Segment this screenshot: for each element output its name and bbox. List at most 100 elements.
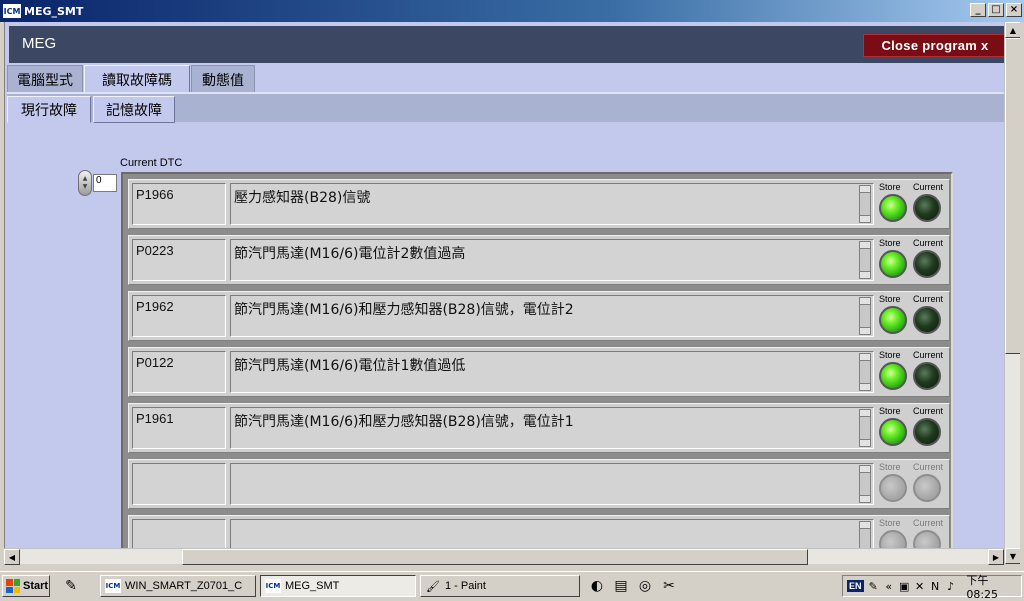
scroll-right-icon[interactable]: ▶ — [988, 549, 1004, 565]
current-label: Current — [913, 406, 944, 416]
current-indicator-led — [913, 306, 941, 334]
windows-logo-icon — [6, 579, 20, 593]
window-title-bar[interactable]: ICM MEG_SMT _ □ × — [0, 0, 1024, 22]
start-button[interactable]: Start — [2, 575, 50, 597]
close-program-button[interactable]: Close program x — [863, 34, 1007, 57]
taskbar-button-paint[interactable]: 🖌 1 - Paint — [420, 575, 580, 597]
dtc-index-control: ▲ ▼ 0 — [78, 170, 117, 196]
description-scroll[interactable] — [859, 185, 871, 223]
dtc-row: P0122 節汽門馬達(M16/6)電位計1數值過低 Store Current — [128, 347, 950, 397]
store-indicator-led — [879, 194, 907, 222]
dtc-description — [230, 463, 874, 505]
taskbar-button-label: MEG_SMT — [285, 580, 340, 592]
store-indicator-led — [879, 250, 907, 278]
start-label: Start — [23, 580, 49, 592]
store-label: Store — [879, 294, 901, 304]
browser-icon[interactable]: ◐ — [588, 577, 606, 595]
description-scroll[interactable] — [859, 409, 871, 447]
current-indicator-led — [913, 418, 941, 446]
close-window-button[interactable]: × — [1006, 3, 1022, 17]
tab-live-values[interactable]: 動態值 — [191, 65, 255, 93]
tools-icon[interactable]: ✂ — [660, 577, 678, 595]
tab-read-dtc[interactable]: 讀取故障碼 — [84, 65, 190, 93]
taskbar-button-win-smart[interactable]: ICM WIN_SMART_Z0701_C — [100, 575, 256, 597]
current-label: Current — [913, 350, 944, 360]
store-label: Store — [879, 350, 901, 360]
taskbar-button-meg-smt[interactable]: ICM MEG_SMT — [260, 575, 416, 597]
security-icon[interactable]: ✕ — [914, 580, 925, 593]
dtc-description: 壓力感知器(B28)信號 — [230, 183, 874, 225]
folder-icon[interactable]: ▤ — [612, 577, 630, 595]
dtc-row: P1966 壓力感知器(B28)信號 Store Current — [128, 179, 950, 229]
icm-app-icon: ICM — [265, 579, 281, 593]
store-label: Store — [879, 462, 901, 472]
current-indicator-led — [913, 362, 941, 390]
dtc-row: P0223 節汽門馬達(M16/6)電位計2數值過高 Store Current — [128, 235, 950, 285]
expand-tray-icon[interactable]: « — [883, 580, 894, 593]
show-desktop-icon[interactable]: ✎ — [62, 577, 80, 595]
store-indicator-led — [879, 362, 907, 390]
volume-icon[interactable]: ♪ — [945, 580, 956, 593]
dtc-code — [132, 463, 226, 505]
description-scroll[interactable] — [859, 297, 871, 335]
index-spinner-arrows-icon[interactable]: ▲ ▼ — [78, 170, 92, 196]
dtc-code: P0223 — [132, 239, 226, 281]
dtc-description: 節汽門馬達(M16/6)電位計2數值過高 — [230, 239, 874, 281]
clock: 下午 08:25 — [966, 573, 999, 601]
taskbar: Start ✎ ICM WIN_SMART_Z0701_C ICM MEG_SM… — [0, 571, 1024, 601]
dtc-description: 節汽門馬達(M16/6)和壓力感知器(B28)信號，電位計1 — [230, 407, 874, 449]
dtc-row: P1962 節汽門馬達(M16/6)和壓力感知器(B28)信號，電位計2 Store… — [128, 291, 950, 341]
dtc-code: P1966 — [132, 183, 226, 225]
page-title: MEG — [22, 35, 57, 52]
app-header: MEG Close program x — [9, 26, 1007, 63]
dtc-description: 節汽門馬達(M16/6)電位計1數值過低 — [230, 351, 874, 393]
scroll-down-icon[interactable]: ▼ — [1005, 548, 1020, 564]
tab-computer-type[interactable]: 電腦型式 — [7, 65, 83, 93]
description-scroll[interactable] — [859, 241, 871, 279]
dtc-list-panel: P1966 壓力感知器(B28)信號 Store Current P0223 節汽門馬達(… — [121, 172, 953, 564]
explorer-icon[interactable]: ◎ — [636, 577, 654, 595]
current-indicator-led — [913, 194, 941, 222]
network-icon[interactable]: ▣ — [898, 580, 909, 593]
dtc-code: P1962 — [132, 295, 226, 337]
language-indicator[interactable]: EN — [847, 580, 864, 592]
store-indicator-led — [879, 306, 907, 334]
main-tab-bar: 電腦型式 讀取故障碼 動態值 — [7, 65, 1017, 93]
dtc-code: P0122 — [132, 351, 226, 393]
tab-stored-faults[interactable]: 記憶故障 — [93, 96, 175, 123]
current-label: Current — [913, 294, 944, 304]
current-indicator-led — [913, 474, 941, 502]
vertical-scroll-thumb[interactable] — [1005, 38, 1020, 354]
current-label: Current — [913, 238, 944, 248]
horizontal-scrollbar[interactable]: ◀ ▶ — [4, 548, 1004, 565]
minimize-button[interactable]: _ — [970, 3, 986, 17]
taskbar-button-label: 1 - Paint — [445, 580, 486, 592]
vertical-scrollbar[interactable]: ▲ ▼ — [1004, 22, 1020, 564]
store-label: Store — [879, 518, 901, 528]
dtc-code: P1961 — [132, 407, 226, 449]
current-label: Current — [913, 462, 944, 472]
dtc-row: P1961 節汽門馬達(M16/6)和壓力感知器(B28)信號，電位計1 Store… — [128, 403, 950, 453]
maximize-button[interactable]: □ — [988, 3, 1004, 17]
current-label: Current — [913, 518, 944, 528]
store-indicator-led — [879, 474, 907, 502]
current-label: Current — [913, 182, 944, 192]
taskbar-button-label: WIN_SMART_Z0701_C — [125, 580, 243, 592]
description-scroll[interactable] — [859, 465, 871, 503]
store-indicator-led — [879, 418, 907, 446]
scroll-up-icon[interactable]: ▲ — [1005, 22, 1020, 38]
pen-icon[interactable]: ✎ — [868, 580, 879, 593]
app-client-area: MEG Close program x 電腦型式 讀取故障碼 動態值 現行故障 … — [4, 22, 1020, 564]
description-scroll[interactable] — [859, 353, 871, 391]
system-tray: EN ✎ « ▣ ✕ N ♪ 下午 08:25 — [842, 574, 1022, 601]
store-label: Store — [879, 238, 901, 248]
horizontal-scroll-thumb[interactable] — [182, 549, 808, 565]
paint-icon: 🖌 — [426, 580, 440, 593]
dtc-index-input[interactable]: 0 — [93, 174, 117, 192]
icm-app-icon: ICM — [105, 579, 121, 593]
scroll-left-icon[interactable]: ◀ — [4, 549, 20, 565]
tab-current-faults[interactable]: 現行故障 — [7, 96, 91, 123]
n-app-icon[interactable]: N — [929, 580, 940, 593]
app-logo-icon: ICM — [3, 4, 21, 18]
window-title: MEG_SMT — [24, 4, 84, 18]
